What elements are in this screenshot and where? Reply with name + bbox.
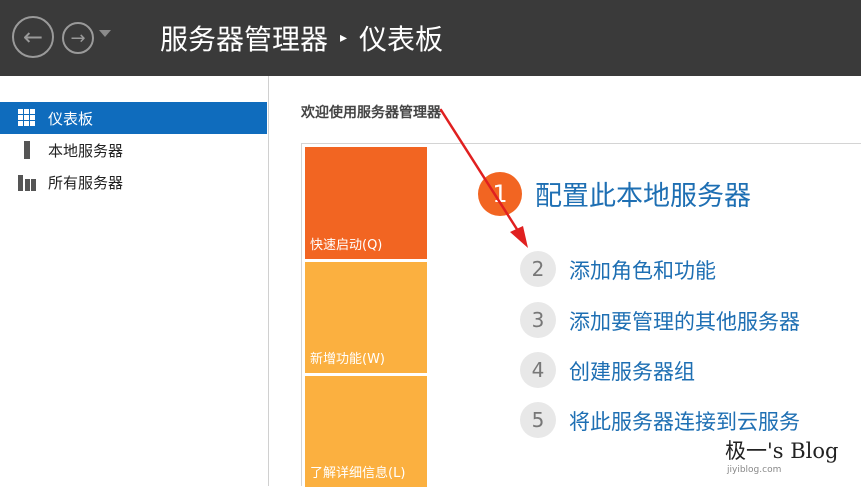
main-content: 欢迎使用服务器管理器 快速启动(Q) 新增功能(W) 了解详细信息(L) 1 配… xyxy=(269,76,861,487)
watermark: 极一's Blog jiyiblog.com xyxy=(725,435,838,475)
back-arrow-icon: ← xyxy=(22,23,44,51)
title-bar: ← → 服务器管理器 ▸ 仪表板 xyxy=(0,0,861,76)
sidebar: 仪表板 本地服务器 所有服务器 xyxy=(0,76,269,486)
step-number-badge: 4 xyxy=(520,352,556,388)
forward-arrow-icon: → xyxy=(70,27,86,49)
tab-whats-new[interactable]: 新增功能(W) xyxy=(305,262,427,373)
history-dropdown-icon[interactable] xyxy=(99,30,111,37)
local-server-icon xyxy=(18,141,36,159)
step-number-badge: 5 xyxy=(520,402,556,438)
sidebar-item-local-server[interactable]: 本地服务器 xyxy=(0,134,267,166)
all-servers-icon xyxy=(18,173,36,191)
watermark-title: 极一's Blog xyxy=(725,439,839,463)
tile-label: 新增功能(W) xyxy=(310,352,385,367)
breadcrumb-app: 服务器管理器 xyxy=(160,23,329,56)
step-number-badge: 2 xyxy=(520,251,556,287)
add-other-servers-link[interactable]: 添加要管理的其他服务器 xyxy=(569,306,800,336)
step-number-badge: 3 xyxy=(520,302,556,338)
connect-cloud-services-link[interactable]: 将此服务器连接到云服务 xyxy=(569,406,800,436)
tab-learn-more[interactable]: 了解详细信息(L) xyxy=(305,376,427,487)
watermark-url: jiyiblog.com xyxy=(727,465,782,475)
tile-label: 了解详细信息(L) xyxy=(310,466,406,481)
sidebar-item-label: 仪表板 xyxy=(48,109,94,128)
add-roles-features-link[interactable]: 添加角色和功能 xyxy=(569,255,716,285)
dashboard-icon xyxy=(18,109,36,127)
configure-local-server-link[interactable]: 配置此本地服务器 xyxy=(535,174,751,213)
sidebar-item-label: 本地服务器 xyxy=(48,141,124,160)
welcome-heading: 欢迎使用服务器管理器 xyxy=(301,105,441,121)
step-number-badge: 1 xyxy=(478,172,522,216)
back-button[interactable]: ← xyxy=(12,16,54,58)
sidebar-item-label: 所有服务器 xyxy=(48,173,124,192)
page-title: 服务器管理器 ▸ 仪表板 xyxy=(160,18,443,58)
breadcrumb-separator-icon: ▸ xyxy=(340,30,348,46)
sidebar-item-dashboard[interactable]: 仪表板 xyxy=(0,102,267,134)
tab-quick-start[interactable]: 快速启动(Q) xyxy=(305,147,427,259)
tile-label: 快速启动(Q) xyxy=(310,238,383,253)
create-server-group-link[interactable]: 创建服务器组 xyxy=(569,356,695,386)
breadcrumb-page: 仪表板 xyxy=(359,23,444,56)
sidebar-item-all-servers[interactable]: 所有服务器 xyxy=(0,166,267,198)
forward-button[interactable]: → xyxy=(62,22,94,54)
